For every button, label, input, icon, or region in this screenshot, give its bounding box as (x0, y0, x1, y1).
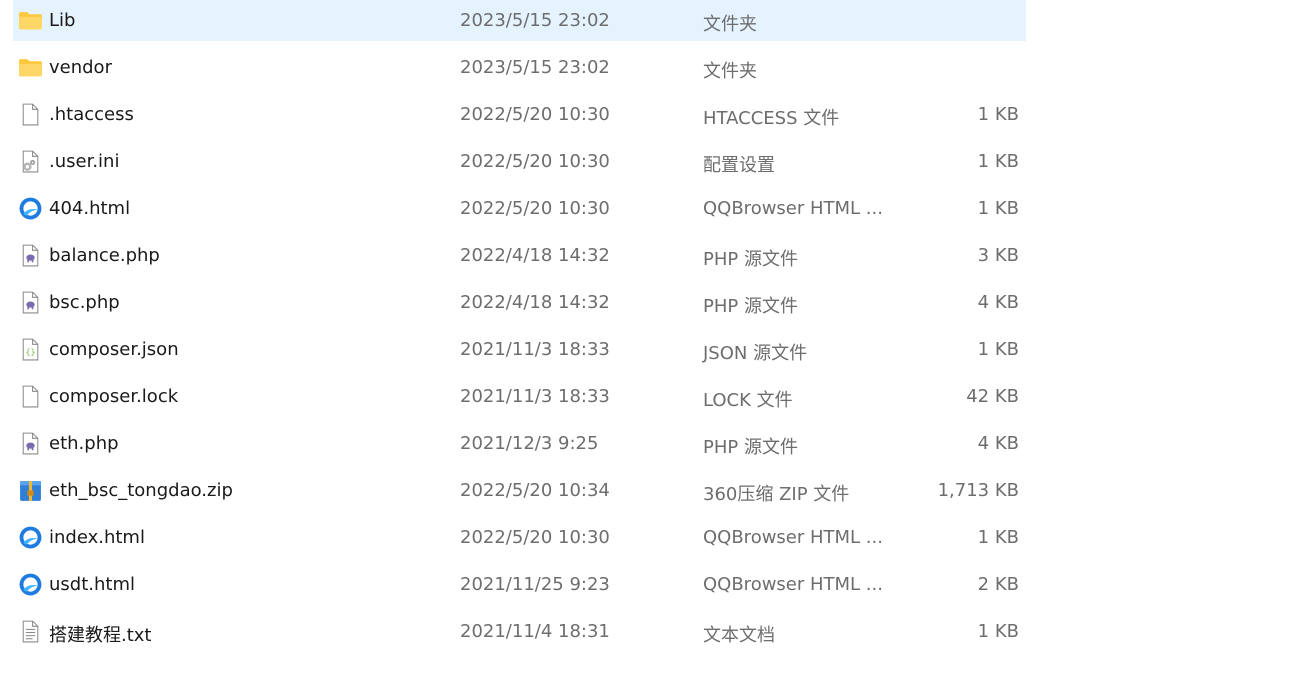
file-size: 1 KB (977, 104, 1019, 125)
file-size: 1 KB (977, 339, 1019, 360)
file-row[interactable]: 404.html 2022/5/20 10:30 QQBrowser HTML … (13, 188, 1026, 229)
file-row[interactable]: eth_bsc_tongdao.zip 2022/5/20 10:34 360压… (13, 470, 1026, 511)
text-file-icon (18, 619, 43, 644)
file-date-modified: 2022/5/20 10:30 (460, 151, 610, 172)
file-name: composer.lock (49, 386, 179, 407)
file-date-modified: 2021/11/3 18:33 (460, 339, 610, 360)
file-row[interactable]: .htaccess 2022/5/20 10:30 HTACCESS 文件 1 … (13, 94, 1026, 135)
file-name: eth.php (49, 433, 119, 454)
blank-file-icon (18, 102, 43, 127)
file-type: 文本文档 (703, 625, 775, 646)
file-date-modified: 2022/5/20 10:30 (460, 198, 610, 219)
file-type: QQBrowser HTML ... (703, 198, 883, 219)
file-name: bsc.php (49, 292, 120, 313)
file-type: JSON 源文件 (703, 343, 808, 364)
folder-icon (18, 55, 43, 80)
file-date-modified: 2022/5/20 10:30 (460, 527, 610, 548)
file-type: QQBrowser HTML ... (703, 574, 883, 595)
file-name: eth_bsc_tongdao.zip (49, 480, 233, 501)
file-name: usdt.html (49, 574, 135, 595)
file-row[interactable]: {} composer.json 2021/11/3 18:33 JSON 源文… (13, 329, 1026, 370)
file-date-modified: 2023/5/15 23:02 (460, 10, 610, 31)
file-date-modified: 2022/4/18 14:32 (460, 292, 610, 313)
file-name: balance.php (49, 245, 160, 266)
php-file-icon (18, 290, 43, 315)
file-type: 360压缩 ZIP 文件 (703, 484, 850, 505)
file-row[interactable]: composer.lock 2021/11/3 18:33 LOCK 文件 42… (13, 376, 1026, 417)
file-row[interactable]: 搭建教程.txt 2021/11/4 18:31 文本文档 1 KB (13, 611, 1026, 652)
file-row[interactable]: vendor 2023/5/15 23:02 文件夹 (13, 47, 1026, 88)
file-name: 搭建教程.txt (49, 625, 152, 646)
file-list: Lib 2023/5/15 23:02 文件夹 vendor 2023/5/15… (13, 0, 1026, 658)
file-row[interactable]: bsc.php 2022/4/18 14:32 PHP 源文件 4 KB (13, 282, 1026, 323)
file-size: 4 KB (977, 292, 1019, 313)
file-row[interactable]: usdt.html 2021/11/25 9:23 QQBrowser HTML… (13, 564, 1026, 605)
file-row[interactable]: .user.ini 2022/5/20 10:30 配置设置 1 KB (13, 141, 1026, 182)
file-type: 文件夹 (703, 14, 757, 35)
file-size: 4 KB (977, 433, 1019, 454)
qqbrowser-icon (18, 525, 43, 550)
file-row[interactable]: eth.php 2021/12/3 9:25 PHP 源文件 4 KB (13, 423, 1026, 464)
file-name: composer.json (49, 339, 179, 360)
file-type: PHP 源文件 (703, 249, 798, 270)
file-size: 1 KB (977, 527, 1019, 548)
file-row[interactable]: balance.php 2022/4/18 14:32 PHP 源文件 3 KB (13, 235, 1026, 276)
file-date-modified: 2021/11/4 18:31 (460, 621, 610, 642)
php-file-icon (18, 243, 43, 268)
file-type: HTACCESS 文件 (703, 108, 840, 129)
file-row[interactable]: Lib 2023/5/15 23:02 文件夹 (13, 0, 1026, 41)
file-type: 配置设置 (703, 155, 775, 176)
config-file-icon (18, 149, 43, 174)
file-type: QQBrowser HTML ... (703, 527, 883, 548)
file-type: PHP 源文件 (703, 437, 798, 458)
file-size: 3 KB (977, 245, 1019, 266)
file-size: 1 KB (977, 151, 1019, 172)
file-size: 2 KB (977, 574, 1019, 595)
file-date-modified: 2022/5/20 10:30 (460, 104, 610, 125)
file-date-modified: 2022/5/20 10:34 (460, 480, 610, 501)
file-date-modified: 2022/4/18 14:32 (460, 245, 610, 266)
file-name: Lib (49, 10, 76, 31)
zip-archive-icon (18, 478, 43, 503)
file-name: .htaccess (49, 104, 134, 125)
qqbrowser-icon (18, 572, 43, 597)
svg-text:{}: {} (25, 347, 35, 357)
file-type: LOCK 文件 (703, 390, 793, 411)
file-date-modified: 2021/12/3 9:25 (460, 433, 599, 454)
file-type: 文件夹 (703, 61, 757, 82)
json-file-icon: {} (18, 337, 43, 362)
file-date-modified: 2023/5/15 23:02 (460, 57, 610, 78)
file-size: 42 KB (966, 386, 1019, 407)
php-file-icon (18, 431, 43, 456)
file-date-modified: 2021/11/25 9:23 (460, 574, 610, 595)
file-name: vendor (49, 57, 112, 78)
file-size: 1 KB (977, 621, 1019, 642)
file-date-modified: 2021/11/3 18:33 (460, 386, 610, 407)
file-name: index.html (49, 527, 145, 548)
file-name: 404.html (49, 198, 131, 219)
file-row[interactable]: index.html 2022/5/20 10:30 QQBrowser HTM… (13, 517, 1026, 558)
qqbrowser-icon (18, 196, 43, 221)
file-name: .user.ini (49, 151, 120, 172)
file-size: 1,713 KB (937, 480, 1019, 501)
folder-icon (18, 8, 43, 33)
file-size: 1 KB (977, 198, 1019, 219)
file-type: PHP 源文件 (703, 296, 798, 317)
blank-file-icon (18, 384, 43, 409)
